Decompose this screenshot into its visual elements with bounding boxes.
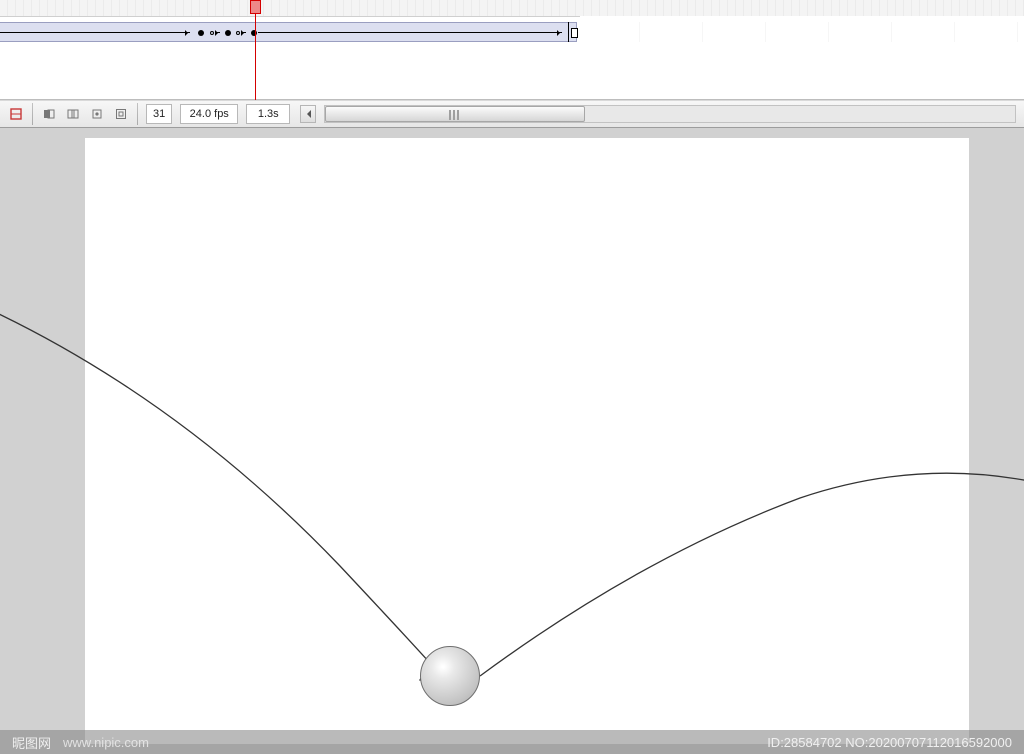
ruler-divider: [0, 16, 580, 17]
watermark-site: www.nipic.com: [63, 735, 149, 750]
keyframe-icon[interactable]: [198, 30, 204, 36]
elapsed-readout[interactable]: 1.3s: [246, 104, 290, 124]
keyframe-hollow-icon[interactable]: [210, 31, 214, 35]
current-frame-readout[interactable]: 31: [146, 104, 172, 124]
tween-arrow: [258, 32, 562, 33]
tween-arrow: [0, 32, 190, 33]
timeline-status-bar: 31 24.0 fps 1.3s: [0, 100, 1024, 128]
edit-multiple-frames-button[interactable]: [6, 104, 26, 124]
scrollbar-thumb[interactable]: [325, 106, 585, 122]
fps-readout[interactable]: 24.0 fps: [180, 104, 238, 124]
timeline-panel: [0, 0, 1024, 100]
separator: [137, 103, 138, 125]
playhead[interactable]: [255, 0, 256, 100]
empty-frames[interactable]: [577, 22, 1024, 42]
onion-skin-button[interactable]: [39, 104, 59, 124]
scrollbar-grip-icon: [449, 110, 461, 120]
keyframe-icon[interactable]: [225, 30, 231, 36]
motion-path[interactable]: [0, 128, 1024, 754]
keyframe-icon[interactable]: [251, 30, 257, 36]
loop-playback-button[interactable]: [111, 104, 131, 124]
watermark-brand: 昵图网: [12, 733, 51, 752]
watermark-meta: ID:28584702 NO:20200707112016592000: [767, 735, 1012, 750]
separator: [32, 103, 33, 125]
modify-onion-markers-button[interactable]: [87, 104, 107, 124]
end-keyframe-icon[interactable]: [568, 22, 576, 42]
keyframe-hollow-icon[interactable]: [236, 31, 240, 35]
watermark-bar: 昵图网 www.nipic.com ID:28584702 NO:2020070…: [0, 730, 1024, 754]
tween-arrow: [241, 32, 246, 33]
timeline-scrollbar[interactable]: [324, 105, 1016, 123]
tween-arrow: [215, 32, 220, 33]
onion-skin-outlines-button[interactable]: [63, 104, 83, 124]
playhead-handle[interactable]: [250, 0, 261, 14]
ball-sprite[interactable]: [420, 646, 480, 706]
scroll-left-button[interactable]: [300, 105, 316, 123]
stage-container: [0, 128, 1024, 754]
timeline-ruler[interactable]: [0, 0, 1024, 16]
